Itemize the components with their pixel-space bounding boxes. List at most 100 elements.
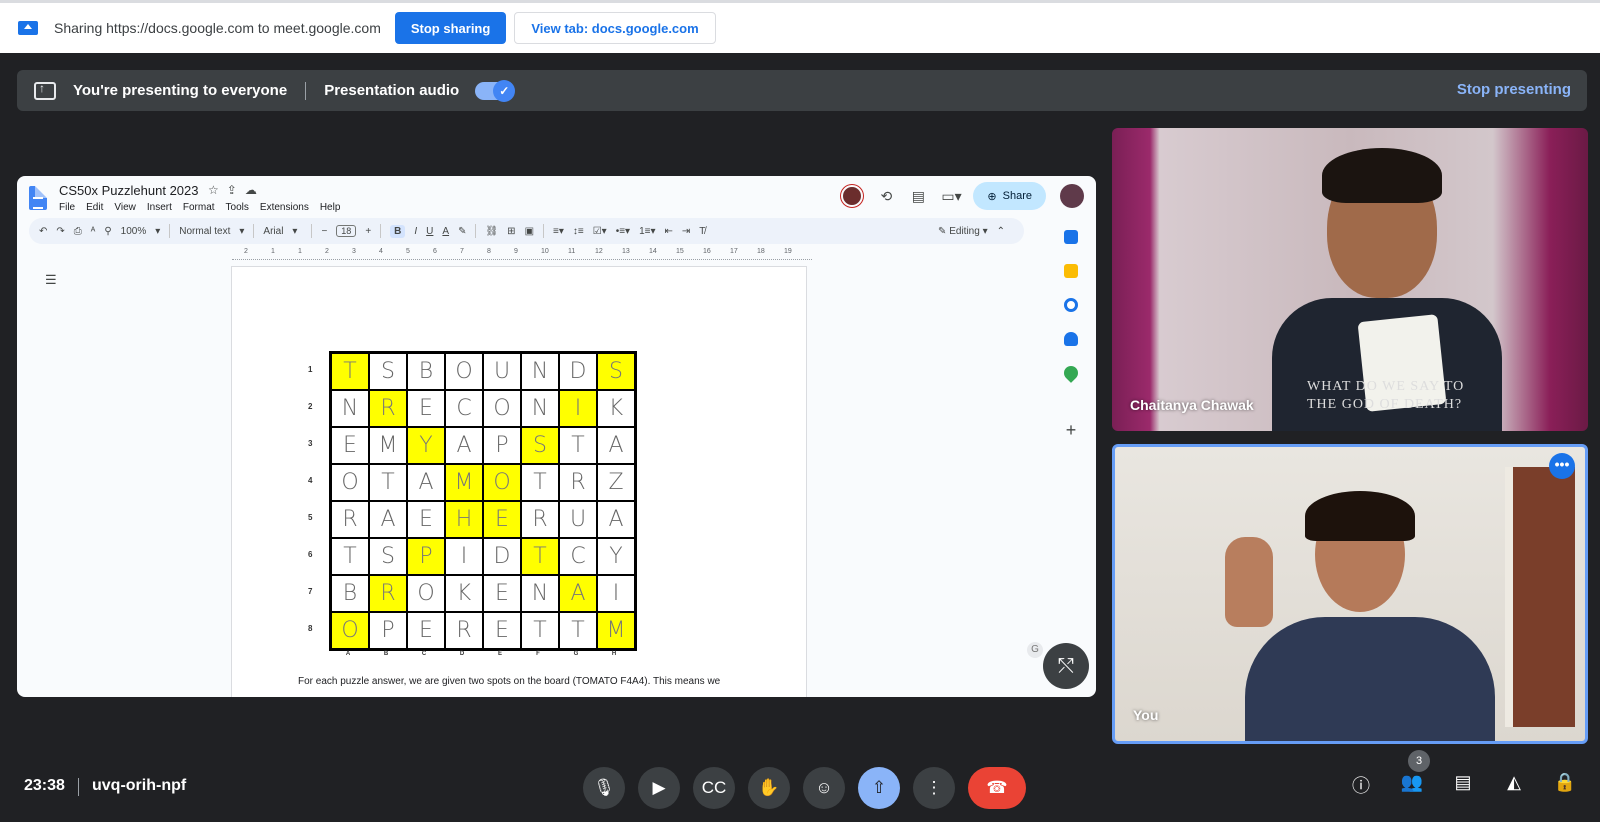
- present-now-icon[interactable]: ⇧: [858, 767, 900, 809]
- star-icon[interactable]: ☆: [208, 183, 227, 197]
- menu-edit[interactable]: Edit: [86, 202, 103, 213]
- participant-tile-you[interactable]: ••• You: [1112, 444, 1588, 744]
- maps-icon[interactable]: [1061, 363, 1081, 383]
- menu-tools[interactable]: Tools: [226, 202, 249, 213]
- text-color-icon[interactable]: A: [442, 226, 449, 237]
- grammarly-icon[interactable]: G: [1027, 642, 1043, 658]
- move-icon[interactable]: ⇪: [227, 183, 245, 197]
- redo-icon[interactable]: ↷: [56, 226, 64, 237]
- style-select[interactable]: Normal text: [179, 226, 230, 237]
- menu-format[interactable]: Format: [183, 202, 215, 213]
- more-options-icon[interactable]: •••: [1549, 453, 1575, 479]
- side-panel-rail: +: [1046, 216, 1096, 506]
- ruler-number: 18: [757, 248, 765, 255]
- keep-icon[interactable]: [1064, 264, 1078, 278]
- people-icon[interactable]: 👥: [1400, 772, 1424, 796]
- add-comment-icon[interactable]: ⊞: [507, 226, 515, 237]
- increase-indent-icon[interactable]: ⇥: [682, 226, 690, 237]
- grid-cell: P: [483, 427, 521, 464]
- decrease-font-size-icon[interactable]: −: [321, 226, 327, 237]
- grid-cell: E: [407, 390, 445, 427]
- participant-tile-chaitanya[interactable]: WHAT DO WE SAY TO THE GOD OF DEATH? Chait…: [1112, 128, 1588, 431]
- zoom-select[interactable]: 100%: [121, 226, 147, 237]
- ruler-number: 3: [352, 248, 356, 255]
- bold-icon[interactable]: B: [390, 224, 406, 238]
- font-size-input[interactable]: 18: [336, 225, 357, 237]
- meet-icon[interactable]: ▭▾: [941, 188, 961, 205]
- menu-file[interactable]: File: [59, 202, 75, 213]
- grid-cell: N: [521, 353, 559, 390]
- italic-icon[interactable]: I: [414, 226, 417, 237]
- grid-cell: A: [597, 427, 635, 464]
- microphone-icon[interactable]: 🎙: [583, 767, 625, 809]
- presenting-bar: You're presenting to everyone Presentati…: [17, 70, 1587, 111]
- numbered-list-icon[interactable]: 1≡▾: [639, 226, 655, 237]
- document-title[interactable]: CS50x Puzzlehunt 2023: [59, 183, 198, 198]
- meeting-time: 23:38: [24, 777, 65, 794]
- bulleted-list-icon[interactable]: •≡▾: [616, 226, 630, 237]
- raise-hand-icon[interactable]: ✋: [748, 767, 790, 809]
- host-controls-icon[interactable]: 🔒: [1553, 772, 1577, 796]
- leave-call-icon[interactable]: ☎: [968, 767, 1026, 809]
- image-icon[interactable]: ▣: [525, 226, 534, 237]
- tasks-icon[interactable]: [1064, 298, 1078, 312]
- share-fab-icon[interactable]: ⤲: [1043, 643, 1089, 689]
- grid-cell: T: [331, 353, 369, 390]
- grid-cell: P: [369, 612, 407, 649]
- row-label: 6: [308, 550, 313, 559]
- captions-icon[interactable]: CC: [693, 767, 735, 809]
- collaborator-avatar[interactable]: [841, 185, 864, 207]
- grid-cell: T: [521, 464, 559, 501]
- grid-cell: S: [369, 538, 407, 575]
- menu-insert[interactable]: Insert: [147, 202, 172, 213]
- cloud-icon[interactable]: ☁: [245, 183, 265, 197]
- stop-presenting-button[interactable]: Stop presenting: [1457, 81, 1571, 98]
- menu-view[interactable]: View: [114, 202, 136, 213]
- chat-icon[interactable]: ▤: [1451, 772, 1475, 796]
- paint-format-icon[interactable]: ⚲: [104, 226, 111, 237]
- increase-font-size-icon[interactable]: +: [365, 226, 371, 237]
- emoji-icon[interactable]: ☺: [803, 767, 845, 809]
- divider: [78, 778, 79, 796]
- menu-help[interactable]: Help: [320, 202, 341, 213]
- checklist-icon[interactable]: ☑▾: [593, 226, 607, 237]
- calendar-icon[interactable]: [1064, 230, 1078, 244]
- align-icon[interactable]: ≡▾: [553, 226, 564, 237]
- contacts-icon[interactable]: [1064, 332, 1078, 346]
- clear-formatting-icon[interactable]: T̸: [699, 226, 705, 237]
- divider: [305, 81, 307, 100]
- activities-icon[interactable]: ◭: [1502, 772, 1526, 796]
- comments-icon[interactable]: ▤: [909, 188, 927, 205]
- docs-share-button[interactable]: ⊕ Share: [973, 182, 1046, 210]
- add-addon-icon[interactable]: +: [1066, 420, 1077, 441]
- docs-logo-icon[interactable]: [29, 186, 47, 210]
- camera-icon[interactable]: ▶: [638, 767, 680, 809]
- meeting-details-icon[interactable]: ⓘ: [1349, 772, 1373, 796]
- highlight-icon[interactable]: ✎: [458, 226, 466, 237]
- hair: [1305, 491, 1415, 541]
- more-options-icon[interactable]: ⋮: [913, 767, 955, 809]
- ruler-number: 17: [730, 248, 738, 255]
- line-spacing-icon[interactable]: ↕≡: [573, 226, 584, 237]
- history-icon[interactable]: ⟲: [877, 188, 895, 205]
- outline-icon[interactable]: ☰: [45, 272, 57, 288]
- undo-icon[interactable]: ↶: [39, 226, 47, 237]
- font-select[interactable]: Arial: [263, 226, 283, 237]
- presentation-audio-toggle[interactable]: ✓: [475, 79, 516, 102]
- link-icon[interactable]: ⛓: [485, 226, 498, 237]
- decrease-indent-icon[interactable]: ⇤: [664, 226, 672, 237]
- collapse-menu-icon[interactable]: ⌃: [997, 226, 1005, 237]
- divider: [475, 224, 477, 238]
- underline-icon[interactable]: U: [426, 226, 433, 237]
- editing-mode-select[interactable]: ✎ Editing ▾: [938, 226, 988, 237]
- ruler-number: 13: [622, 248, 630, 255]
- menu-extensions[interactable]: Extensions: [260, 202, 309, 213]
- document-paragraph: For each puzzle answer, we are given two…: [298, 675, 768, 689]
- grid-cell: R: [559, 464, 597, 501]
- view-tab-button[interactable]: View tab: docs.google.com: [514, 12, 716, 44]
- spellcheck-icon[interactable]: ᴬ: [91, 226, 96, 237]
- divider: [169, 224, 171, 238]
- stop-sharing-button[interactable]: Stop sharing: [394, 12, 507, 44]
- print-icon[interactable]: ⎙: [74, 226, 82, 237]
- account-avatar[interactable]: [1060, 184, 1084, 208]
